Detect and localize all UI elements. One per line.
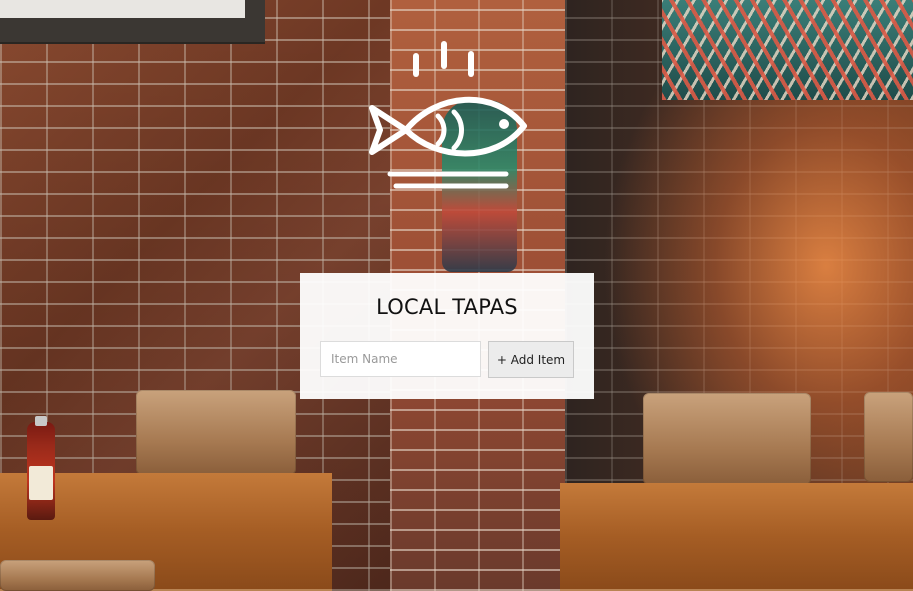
tapestry-art <box>662 0 913 100</box>
chair <box>136 390 296 475</box>
chair <box>864 392 913 482</box>
chair <box>643 393 811 485</box>
wooden-table <box>560 483 913 591</box>
add-item-card: LOCAL TAPAS <box>300 273 594 399</box>
hot-sauce-bottle <box>27 416 55 520</box>
item-name-input[interactable] <box>320 341 481 377</box>
chair <box>0 560 155 591</box>
fish-steam-icon <box>366 38 528 198</box>
add-item-button[interactable]: + Add Item <box>488 341 574 378</box>
picture-frame <box>0 0 265 44</box>
page-title: LOCAL TAPAS <box>376 295 518 319</box>
